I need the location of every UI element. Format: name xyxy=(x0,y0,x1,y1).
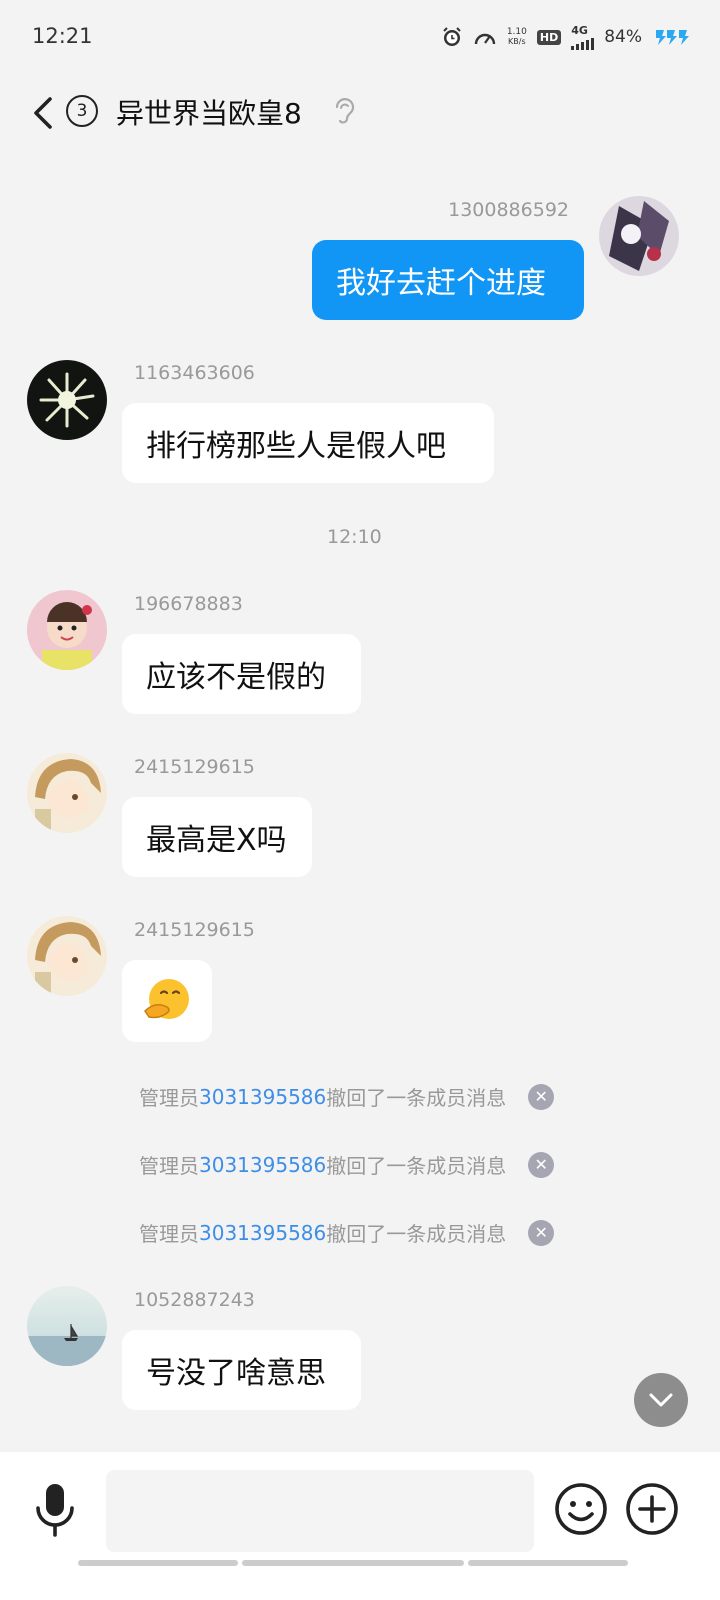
hd-badge: HD xyxy=(536,29,562,45)
avatar[interactable] xyxy=(27,1286,107,1366)
message-bubble[interactable]: 排行榜那些人是假人吧 xyxy=(122,403,494,483)
message-sender-id: 196678883 xyxy=(134,593,243,615)
message-bubble[interactable]: 最高是X吗 xyxy=(122,797,312,877)
back-arrow-icon xyxy=(34,97,52,129)
close-icon[interactable]: ✕ xyxy=(528,1083,555,1110)
alarm-icon xyxy=(441,26,463,48)
earpiece-mode-icon xyxy=(330,94,358,128)
scroll-to-bottom-button[interactable] xyxy=(634,1373,688,1427)
message-timestamp: 12:10 xyxy=(327,526,382,548)
message-bubble-mine[interactable]: 我好去赶个进度 xyxy=(312,240,584,320)
chat-title[interactable]: 异世界当欧皇8 xyxy=(116,92,302,132)
battery-icon xyxy=(652,27,692,47)
admin-uid-link[interactable]: 3031395586 xyxy=(199,1085,326,1109)
emoji-button[interactable] xyxy=(554,1482,608,1536)
microphone-icon xyxy=(36,1484,74,1537)
recall-notice: 管理员 3031395586 撤回了一条成员消息 ✕ xyxy=(139,1150,555,1179)
avatar[interactable] xyxy=(27,753,107,833)
status-icons: 1.10 KB/s HD 4G 84% xyxy=(441,22,692,52)
message-sender-id: 2415129615 xyxy=(134,919,255,941)
message-bubble-emoji[interactable]: 🫢 xyxy=(122,960,212,1042)
signal-icon: 4G xyxy=(571,23,595,50)
status-time: 12:21 xyxy=(32,24,93,48)
message-input-bar xyxy=(0,1452,720,1600)
home-indicator xyxy=(78,1560,628,1566)
network-speed: 1.10 KB/s xyxy=(506,27,527,46)
message-bubble[interactable]: 号没了啥意思 xyxy=(122,1330,361,1410)
avatar[interactable] xyxy=(27,590,107,670)
unread-count-badge[interactable]: 3 xyxy=(66,95,98,127)
status-bar: 12:21 1.10 KB/s HD 4G 84% xyxy=(0,0,720,70)
recall-notice: 管理员 3031395586 撤回了一条成员消息 ✕ xyxy=(139,1082,555,1111)
admin-uid-link[interactable]: 3031395586 xyxy=(199,1221,326,1245)
message-sender-id: 1163463606 xyxy=(134,362,255,384)
voice-input-button[interactable] xyxy=(30,1480,80,1540)
message-bubble[interactable]: 应该不是假的 xyxy=(122,634,361,714)
message-sender-id: 2415129615 xyxy=(134,756,255,778)
admin-uid-link[interactable]: 3031395586 xyxy=(199,1153,326,1177)
battery-percentage: 84% xyxy=(604,27,642,47)
message-sender-id: 1052887243 xyxy=(134,1289,255,1311)
plus-icon xyxy=(626,1483,678,1535)
avatar[interactable] xyxy=(27,360,107,440)
speedometer-icon xyxy=(473,26,497,48)
recall-notice-text: 撤回了一条成员消息 xyxy=(326,1222,507,1246)
recall-notice-text: 撤回了一条成员消息 xyxy=(326,1154,507,1178)
recall-notice: 管理员 3031395586 撤回了一条成员消息 ✕ xyxy=(139,1218,555,1247)
network-type-label: 4G xyxy=(571,23,588,37)
message-text-input[interactable] xyxy=(106,1470,534,1552)
avatar[interactable] xyxy=(27,916,107,996)
close-icon[interactable]: ✕ xyxy=(528,1219,555,1246)
recall-notice-text: 撤回了一条成员消息 xyxy=(326,1086,507,1110)
recall-notice-prefix: 管理员 xyxy=(139,1222,199,1246)
smiley-icon xyxy=(555,1483,607,1535)
more-actions-button[interactable] xyxy=(625,1482,679,1536)
recall-notice-prefix: 管理员 xyxy=(139,1086,199,1110)
chat-header: 3 异世界当欧皇8 xyxy=(0,78,720,148)
chevron-down-icon xyxy=(649,1393,673,1407)
close-icon[interactable]: ✕ xyxy=(528,1151,555,1178)
message-sender-id: 1300886592 xyxy=(448,199,569,221)
face-with-hand-over-mouth-icon xyxy=(144,979,189,1019)
recall-notice-prefix: 管理员 xyxy=(139,1154,199,1178)
back-button[interactable] xyxy=(28,93,60,133)
avatar[interactable] xyxy=(599,196,679,276)
